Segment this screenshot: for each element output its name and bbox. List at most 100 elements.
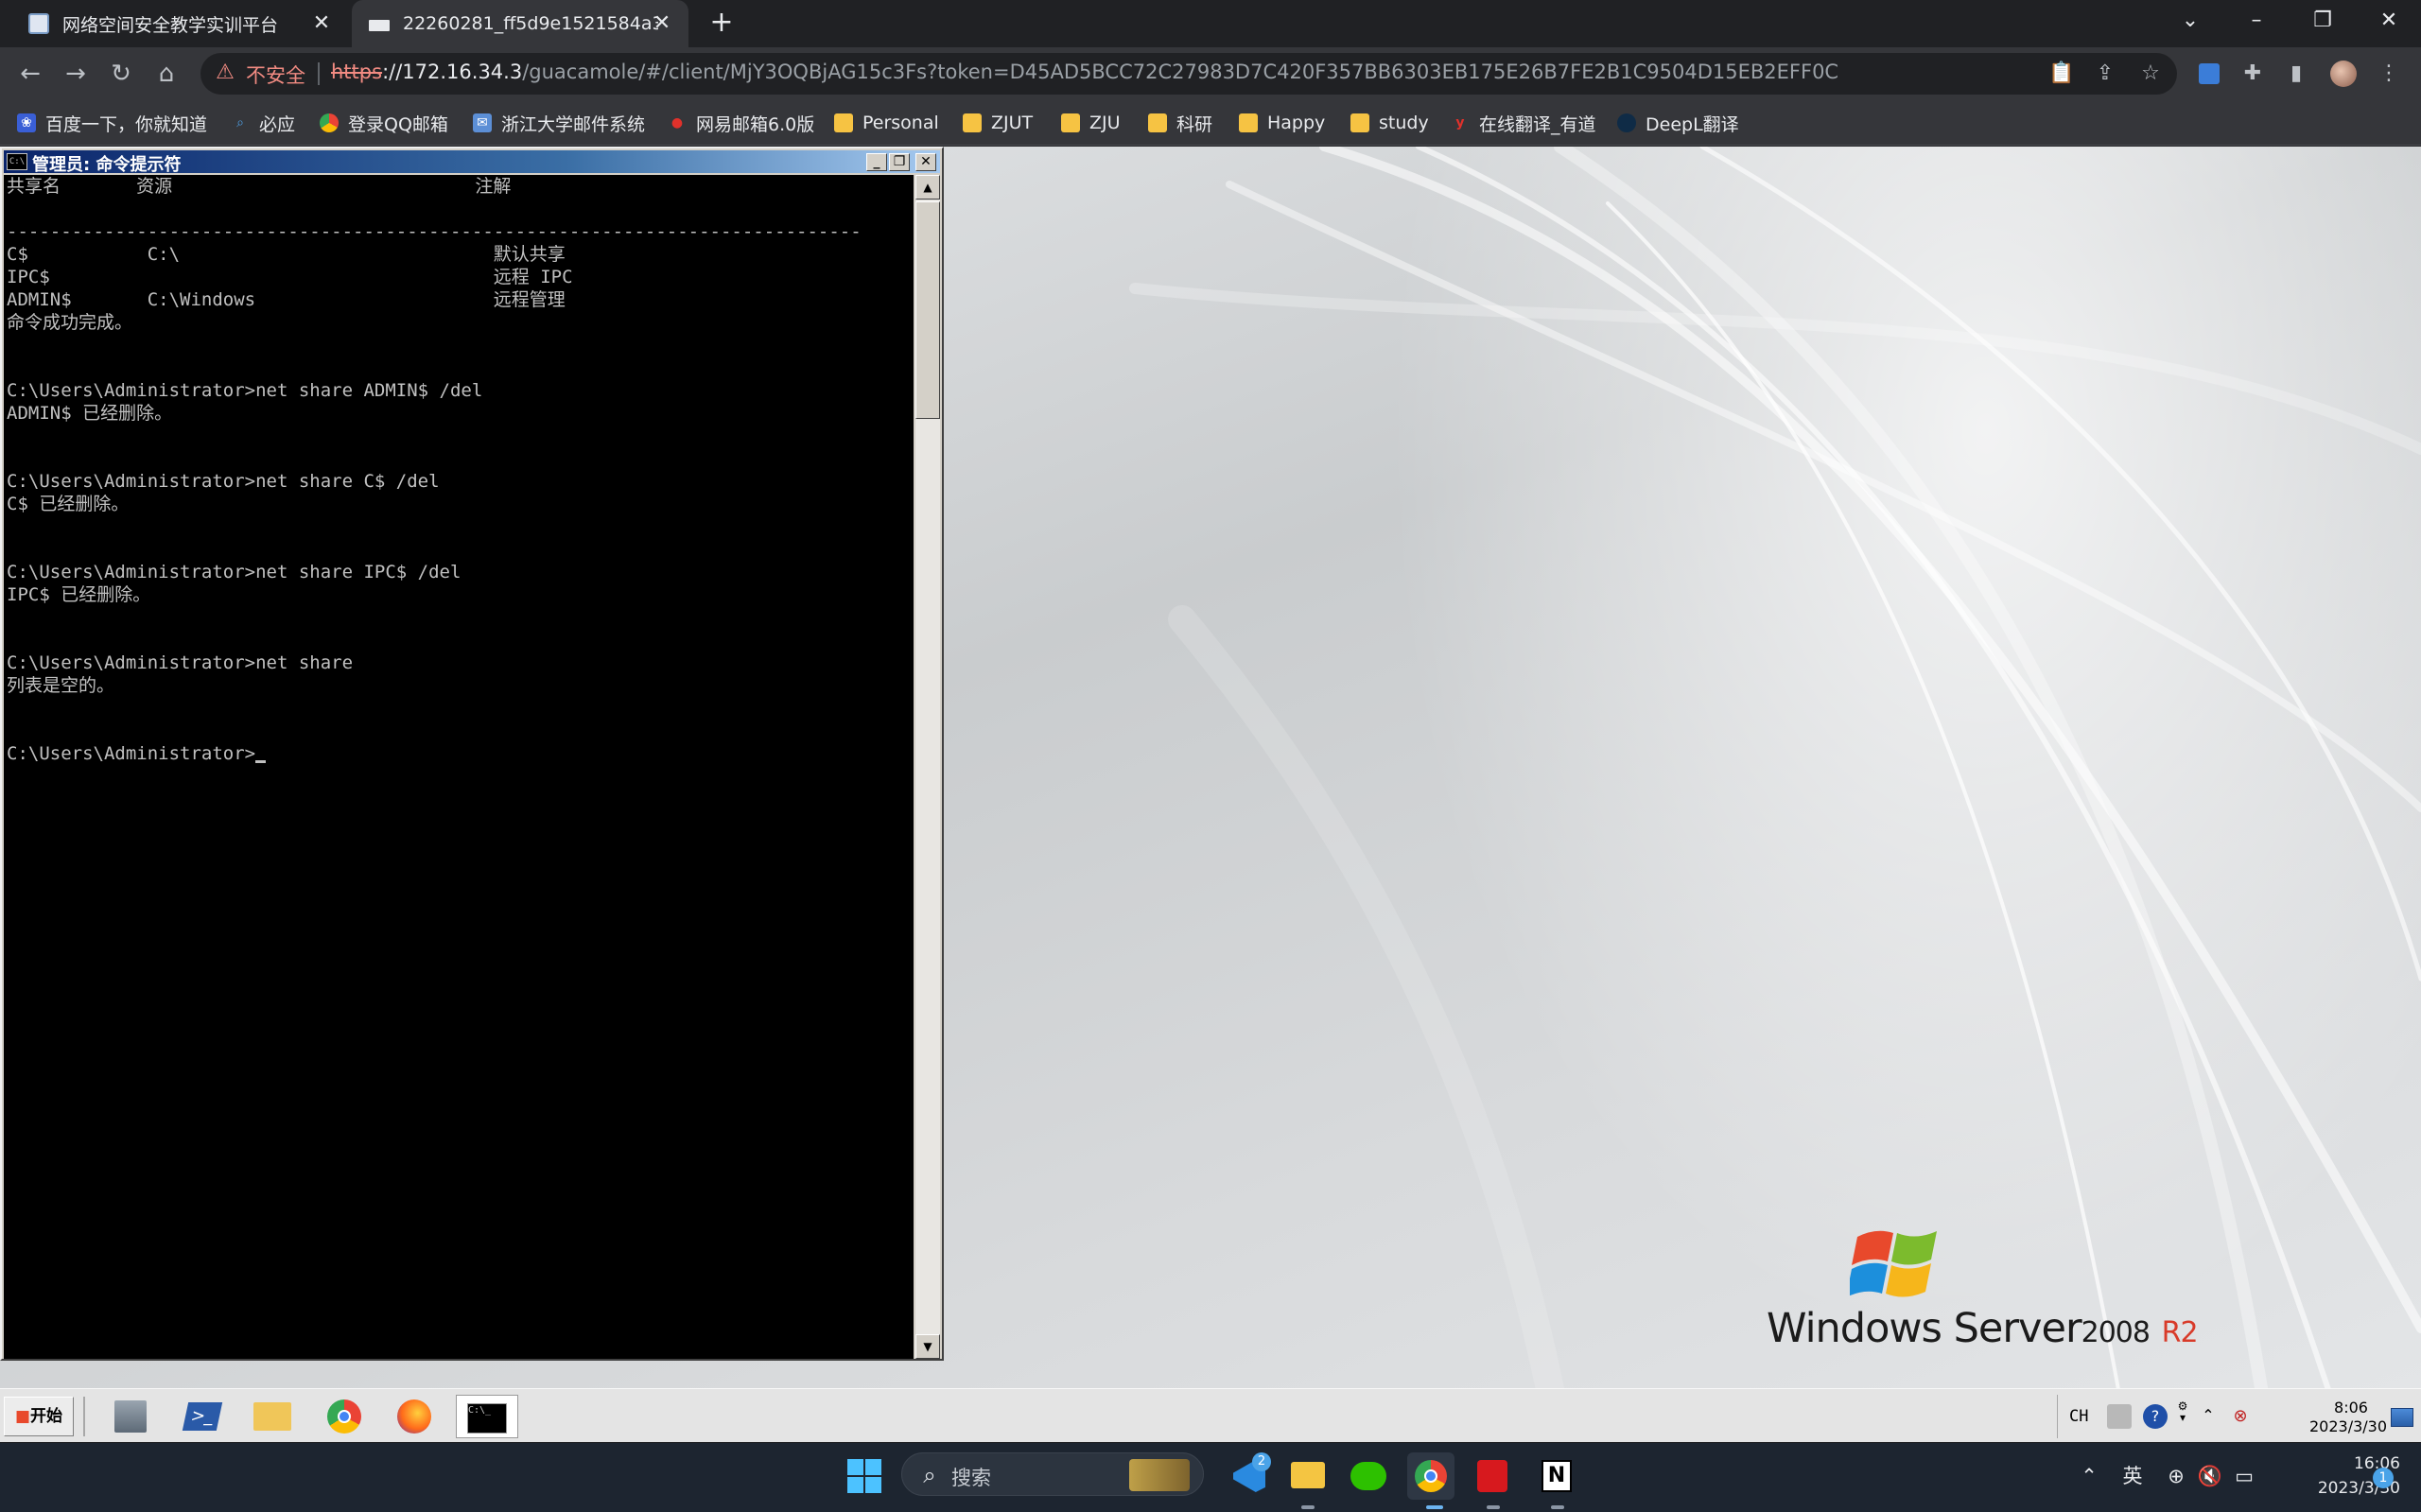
notion-icon[interactable]: N (1534, 1452, 1581, 1500)
zju-mail-icon: ✉ (473, 113, 492, 132)
forward-icon[interactable]: → (59, 57, 93, 91)
minimize-icon[interactable]: – (2224, 0, 2289, 43)
chrome-icon[interactable] (318, 1395, 371, 1438)
battery-icon[interactable]: ▭ (2230, 1462, 2258, 1490)
remote-desktop[interactable]: C:\ 管理员: 命令提示符 _ ❐ ✕ 共享名 资源 注解 ---------… (0, 147, 2421, 1442)
update-badge: 2 (1252, 1452, 1271, 1471)
ime-mode-indicator[interactable]: 英 (2118, 1462, 2147, 1490)
bookmark-baidu[interactable]: ❀ 百度一下，你就知道 (17, 108, 207, 138)
powershell-icon[interactable]: >_ (176, 1395, 229, 1438)
notification-badge[interactable]: 1 (2373, 1468, 2394, 1488)
visual-studio-code-icon[interactable]: 2 (1226, 1452, 1273, 1500)
extension-download-icon[interactable] (2194, 59, 2224, 89)
new-tab-button[interactable]: + (704, 6, 740, 42)
show-hidden-icons-chevron[interactable]: ⌃ (2075, 1462, 2103, 1490)
bookmark-folder-personal[interactable]: Personal (834, 108, 939, 138)
cmd-title-bar[interactable]: C:\ 管理员: 命令提示符 _ ❐ ✕ (4, 150, 940, 175)
bookmark-163-mail[interactable]: ● 网易邮箱6.0版 (668, 108, 814, 138)
platform-favicon (28, 13, 49, 34)
bookmark-label: 必应 (259, 113, 296, 135)
firefox-icon[interactable] (388, 1395, 441, 1438)
windows-server-logo: Windows Server2008 R2 (1767, 1220, 2199, 1362)
cmd-close-icon[interactable]: ✕ (915, 153, 936, 171)
restore-icon[interactable]: ❐ (2290, 0, 2355, 43)
profile-avatar[interactable] (2328, 59, 2359, 89)
remote-clock-time[interactable]: 8:06 (2313, 1399, 2389, 1416)
scroll-up-icon[interactable]: ▲ (915, 175, 940, 200)
chrome-icon (320, 113, 339, 132)
address-divider (318, 62, 320, 85)
active-indicator (1426, 1505, 1443, 1509)
back-icon[interactable]: ← (13, 57, 47, 91)
bookmark-folder-zjut[interactable]: ZJUT (963, 108, 1033, 138)
keyboard-icon[interactable] (2107, 1404, 2132, 1429)
address-bar[interactable]: ⚠ 不安全 https://172.16.34.3/guacamole/#/cl… (200, 53, 2177, 95)
cmd-taskbar-button[interactable]: C:\_ (456, 1395, 518, 1438)
folder-icon (963, 113, 982, 132)
windows-start-icon[interactable] (841, 1452, 888, 1500)
remote-taskbar: ■开始 >_ C:\_ CH ? ⚙ ▾ ⌃ ⊗ 8:06 2023/3/30 (0, 1388, 2421, 1442)
input-language-indicator[interactable]: CH (2069, 1407, 2088, 1426)
bookmark-star-icon[interactable]: ☆ (2135, 59, 2166, 89)
console-output[interactable]: 共享名 资源 注解 ------------------------------… (4, 175, 914, 1359)
bookmark-qq-mail[interactable]: 登录QQ邮箱 (320, 108, 448, 138)
server-manager-icon[interactable] (104, 1395, 157, 1438)
home-icon[interactable]: ⌂ (149, 57, 183, 91)
cmd-minimize-icon[interactable]: _ (866, 153, 887, 171)
volume-muted-icon[interactable]: 🔇 (2196, 1462, 2224, 1490)
start-button[interactable]: ■开始 (4, 1397, 74, 1436)
browser-menu-icon[interactable]: ⋮ (2374, 59, 2404, 89)
network-error-icon[interactable]: ⊗ (2228, 1406, 2253, 1429)
bookmark-youdao[interactable]: y 在线翻译_有道 (1451, 108, 1596, 138)
bookmark-label: ZJU (1089, 113, 1121, 133)
cmd-window[interactable]: C:\ 管理员: 命令提示符 _ ❐ ✕ 共享名 资源 注解 ---------… (0, 147, 944, 1361)
host-file-explorer-icon[interactable] (1284, 1452, 1332, 1500)
network-globe-icon[interactable]: ⊕ (2162, 1462, 2190, 1490)
netease-mail-icon: ● (671, 115, 684, 130)
show-desktop-icon[interactable] (2391, 1408, 2413, 1427)
ime-options-icon[interactable]: ⚙ ▾ (2175, 1400, 2190, 1433)
console-scrollbar[interactable]: ▲ ▼ (915, 175, 940, 1359)
bookmark-label: 在线翻译_有道 (1479, 113, 1596, 135)
help-icon[interactable]: ? (2143, 1404, 2168, 1429)
remote-system-tray: CH ? ⚙ ▾ ⌃ ⊗ 8:06 2023/3/30 (2057, 1395, 2416, 1438)
file-explorer-icon[interactable] (246, 1395, 299, 1438)
reload-icon[interactable]: ↻ (104, 57, 138, 91)
cmd-title: 管理员: 命令提示符 (32, 155, 182, 175)
scroll-thumb[interactable] (915, 201, 940, 419)
url-text[interactable]: https://172.16.34.3/guacamole/#/client/M… (331, 61, 1838, 83)
remote-clock-date[interactable]: 2023/3/30 (2296, 1417, 2400, 1435)
wechat-icon[interactable] (1345, 1452, 1392, 1500)
share-icon[interactable]: ⇪ (2090, 59, 2120, 89)
tab-training-platform[interactable]: 网络空间安全教学实训平台 ✕ (11, 0, 348, 47)
bookmark-bing[interactable]: ⌕ 必应 (231, 108, 295, 138)
window-close-icon[interactable]: ✕ (2357, 0, 2421, 43)
cmd-maximize-icon[interactable]: ❐ (889, 153, 910, 171)
bookmark-zju-mail[interactable]: ✉ 浙江大学邮件系统 (473, 108, 645, 138)
clipboard-icon[interactable]: 📋 (2047, 59, 2077, 89)
bookmark-folder-research[interactable]: 科研 (1148, 108, 1212, 138)
bookmarks-bar: ❀ 百度一下，你就知道 ⌕ 必应 登录QQ邮箱 ✉ 浙江大学邮件系统 ● 网易邮… (0, 100, 2421, 146)
acrobat-icon[interactable] (1470, 1452, 1517, 1500)
tab-close-icon[interactable]: ✕ (649, 10, 675, 37)
logo-edition: R2 (2161, 1316, 2199, 1349)
running-indicator (1487, 1505, 1500, 1509)
tab-close-icon[interactable]: ✕ (308, 10, 335, 37)
host-search-box[interactable]: ⌕ 搜索 (901, 1452, 1204, 1496)
bookmark-deepl[interactable]: DeepL翻译 (1617, 108, 1739, 138)
extensions-puzzle-icon[interactable]: ✚ (2238, 59, 2268, 89)
host-chrome-icon[interactable] (1407, 1452, 1454, 1500)
show-hidden-icons[interactable]: ⌃ (2200, 1406, 2217, 1427)
folder-icon (834, 113, 853, 132)
tab-search-icon[interactable]: ⌄ (2158, 0, 2222, 43)
bookmark-label: DeepL翻译 (1646, 113, 1739, 135)
bookmark-folder-happy[interactable]: Happy (1239, 108, 1325, 138)
side-panel-icon[interactable]: ▮ (2281, 59, 2311, 89)
bookmark-folder-study[interactable]: study (1350, 108, 1429, 138)
not-secure-warning-icon[interactable]: ⚠ (214, 61, 236, 84)
taskbar-divider (83, 1397, 85, 1436)
tab-guacamole-session[interactable]: 22260281_ff5d9e1521584a39 ✕ (352, 0, 688, 47)
bookmark-folder-zju[interactable]: ZJU (1061, 108, 1121, 138)
not-secure-label[interactable]: 不安全 (246, 61, 305, 89)
scroll-down-icon[interactable]: ▼ (915, 1334, 940, 1359)
